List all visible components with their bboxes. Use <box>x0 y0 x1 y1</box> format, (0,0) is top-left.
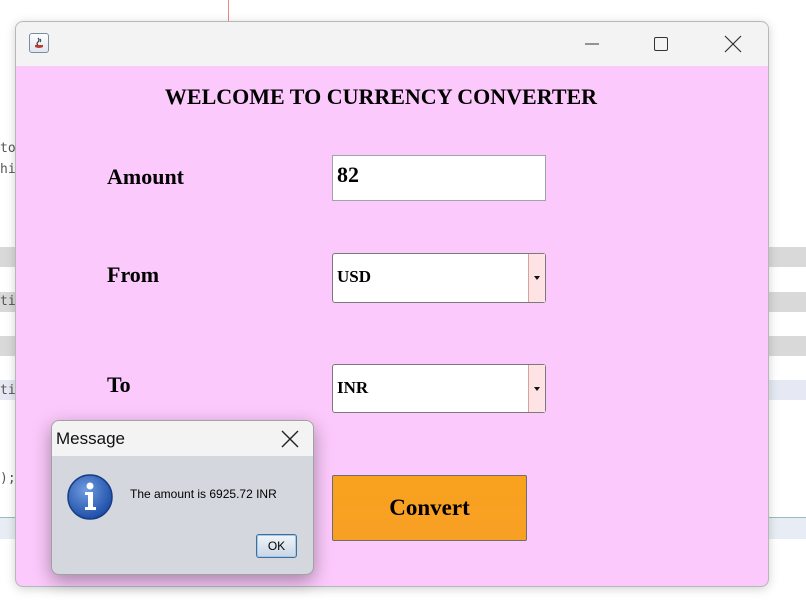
to-label: To <box>107 372 131 397</box>
java-app-icon <box>29 33 49 53</box>
editor-code-fragment: ti <box>0 383 16 398</box>
amount-input[interactable]: 82 <box>332 155 546 201</box>
editor-code-fragment: ); <box>0 471 16 486</box>
ok-button[interactable]: OK <box>256 534 297 558</box>
from-label: From <box>107 262 160 287</box>
chevron-down-icon <box>534 386 540 391</box>
amount-input-value: 82 <box>337 162 359 187</box>
maximize-icon <box>654 37 668 51</box>
editor-code-fragment: hi <box>0 162 16 177</box>
information-icon <box>66 473 114 525</box>
editor-margin-line <box>228 0 229 22</box>
close-icon <box>724 35 742 53</box>
chevron-down-icon <box>534 276 540 280</box>
dialog-message: The amount is 6925.72 INR <box>130 487 277 501</box>
from-currency-value: USD <box>337 267 372 286</box>
from-currency-select[interactable]: USD <box>332 253 546 303</box>
maximize-button[interactable] <box>638 30 684 58</box>
dialog-close-button[interactable] <box>274 425 306 453</box>
dropdown-arrow-button[interactable] <box>528 365 545 412</box>
convert-button[interactable]: Convert <box>332 475 527 541</box>
close-button[interactable] <box>710 30 756 58</box>
minimize-icon <box>585 43 599 45</box>
minimize-button[interactable] <box>569 30 615 58</box>
desktop: to hi ti ti ); WELCOME TO CURRENCY CONVE… <box>0 0 806 613</box>
close-icon <box>281 430 299 448</box>
page-title: WELCOME TO CURRENCY CONVERTER <box>164 84 598 109</box>
dialog-titlebar[interactable]: Message <box>52 421 313 456</box>
to-currency-select[interactable]: INR <box>332 364 546 413</box>
editor-code-fragment: ti <box>0 294 16 309</box>
editor-code-fragment: to <box>0 141 16 156</box>
dialog-title: Message <box>56 429 125 448</box>
to-currency-value: INR <box>337 378 369 397</box>
message-dialog: Message The amount is 6925.72 INR OK <box>51 420 314 575</box>
dropdown-arrow-button[interactable] <box>528 254 545 302</box>
amount-label: Amount <box>107 164 185 189</box>
window-titlebar[interactable] <box>16 22 768 66</box>
